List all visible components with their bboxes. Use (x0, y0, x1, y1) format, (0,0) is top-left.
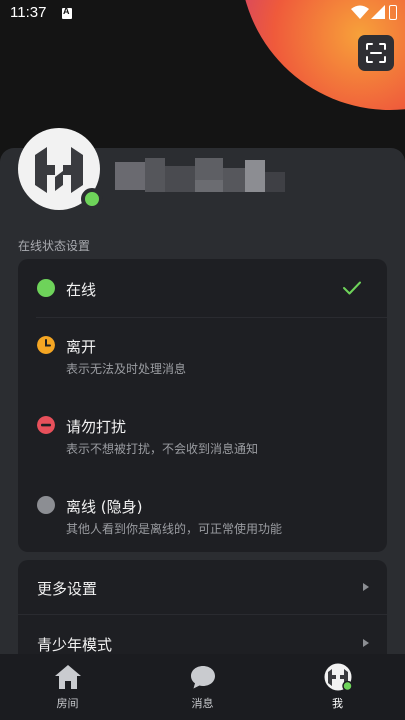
clock-icon (37, 336, 55, 354)
presence-option-title: 离线 (隐身) (66, 498, 143, 516)
presence-option-title: 请勿打扰 (66, 418, 127, 436)
presence-option-dnd[interactable]: 请勿打扰 表示不想被打扰，不会收到消息通知 (18, 396, 387, 476)
presence-option-away[interactable]: 离开 表示无法及时处理消息 (18, 318, 387, 396)
presence-option-title: 离开 (66, 338, 97, 356)
menu-item-more-settings[interactable]: 更多设置 (18, 560, 387, 614)
chevron-right-icon (363, 639, 369, 647)
menu-item-label: 青少年模式 (37, 636, 113, 654)
home-icon (55, 665, 81, 689)
chevron-right-icon (363, 583, 369, 591)
nav-label: 房间 (56, 697, 79, 710)
battery-icon (389, 5, 397, 20)
menu-item-label: 更多设置 (37, 580, 98, 598)
status-bar: 11:37 (0, 0, 405, 28)
presence-option-online[interactable]: 在线 (18, 259, 387, 317)
wifi-icon (351, 5, 369, 19)
presence-option-title: 在线 (66, 281, 97, 299)
presence-option-offline[interactable]: 离线 (隐身) 其他人看到你是离线的，可正常使用功能 (18, 476, 387, 552)
h-logo-avatar-icon (324, 663, 352, 691)
presence-option-description: 表示无法及时处理消息 (66, 362, 187, 376)
nav-tab-messages[interactable]: 消息 (135, 654, 270, 720)
nav-tab-rooms[interactable]: 房间 (0, 654, 135, 720)
divider (18, 614, 387, 615)
presence-options-card: 在线 离开 表示无法及时处理消息 请勿打扰 表示不想被打扰，不会收到消息通知 离… (18, 259, 387, 552)
scan-icon (366, 43, 386, 63)
minus-circle-icon (37, 416, 55, 434)
presence-option-description: 其他人看到你是离线的，可正常使用功能 (66, 522, 283, 536)
nav-tab-me[interactable]: 我 (270, 654, 405, 720)
avatar[interactable] (18, 128, 103, 210)
nav-label: 我 (332, 697, 343, 710)
notification-a-icon (62, 6, 72, 19)
presence-section-label: 在线状态设置 (18, 239, 91, 253)
nav-label: 消息 (191, 697, 214, 710)
online-status-dot (81, 188, 103, 210)
presence-option-description: 表示不想被打扰，不会收到消息通知 (66, 442, 259, 456)
status-time: 11:37 (10, 4, 47, 21)
chat-bubble-icon (191, 666, 215, 689)
bottom-nav: 房间 消息 我 (0, 654, 405, 720)
h-logo-icon (35, 147, 83, 193)
scan-button[interactable] (358, 35, 394, 71)
username-redacted (115, 158, 285, 192)
green-dot-icon (37, 279, 55, 297)
checkmark-icon (343, 281, 361, 295)
grey-dot-icon (37, 496, 55, 514)
signal-icon (371, 5, 385, 19)
